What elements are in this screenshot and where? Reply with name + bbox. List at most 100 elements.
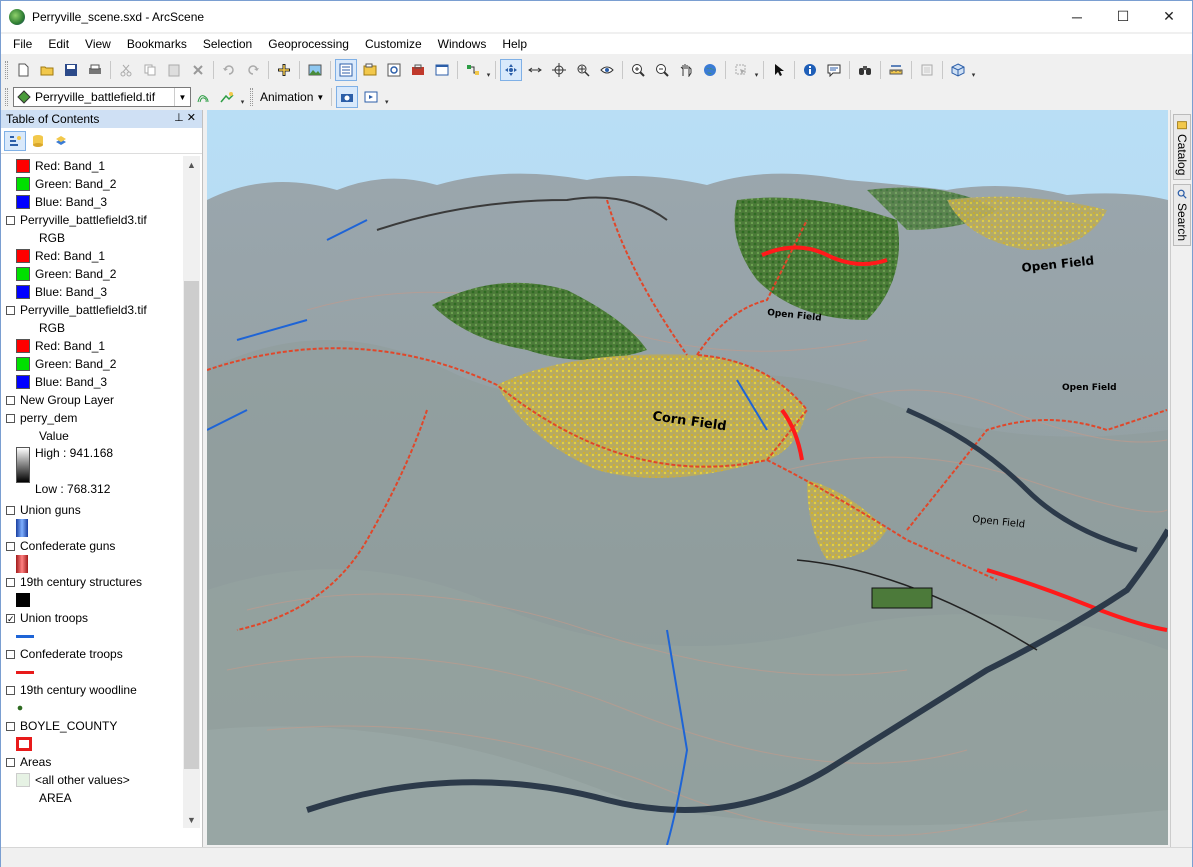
redo-button[interactable] [242, 59, 264, 81]
capture-view-button[interactable] [336, 86, 359, 108]
html-popup-tool[interactable] [823, 59, 845, 81]
menu-customize[interactable]: Customize [357, 34, 430, 54]
toc-window-button[interactable] [335, 59, 357, 81]
target-layer-dropdown[interactable]: Perryville_battlefield.tif ▼ [13, 87, 191, 107]
3d-effects-dropdown-arrow[interactable]: ▾ [970, 61, 977, 79]
find-button[interactable] [854, 59, 876, 81]
scroll-down-icon[interactable]: ▼ [183, 811, 200, 828]
measure-tool[interactable] [885, 59, 907, 81]
python-window-button[interactable] [431, 59, 453, 81]
menu-geoprocessing[interactable]: Geoprocessing [260, 34, 357, 54]
menu-help[interactable]: Help [494, 34, 535, 54]
minimize-button[interactable]: ─ [1054, 1, 1100, 32]
toc-pin-close[interactable]: ⊥ ✕ [174, 111, 196, 124]
toolbar-dropdown-arrow[interactable]: ▾ [239, 88, 246, 106]
toc-row[interactable]: 19th century structures [1, 573, 142, 591]
band-color-swatch [16, 339, 30, 353]
catalog-window-button[interactable] [359, 59, 381, 81]
toc-vertical-scrollbar[interactable]: ▲ ▼ [183, 156, 200, 828]
animation-menu[interactable]: Animation ▼ [256, 87, 328, 107]
menu-edit[interactable]: Edit [40, 34, 77, 54]
layer-visibility-checkbox[interactable] [6, 757, 15, 767]
search-dock-tab[interactable]: Search [1173, 184, 1191, 246]
new-document-button[interactable] [12, 59, 34, 81]
layer-visibility-checkbox[interactable] [6, 649, 15, 659]
chevron-down-icon[interactable]: ▼ [174, 88, 190, 106]
layer-visibility-checkbox[interactable] [6, 413, 15, 423]
toc-row[interactable]: Perryville_battlefield3.tif [1, 301, 147, 319]
terrain-render[interactable]: Corn Field Open Field Open Field Open Fi… [207, 110, 1168, 845]
save-button[interactable] [60, 59, 82, 81]
toc-row[interactable]: Union guns [1, 501, 81, 519]
copy-button[interactable] [139, 59, 161, 81]
layer-visibility-checkbox[interactable] [6, 215, 15, 225]
list-by-drawing-order-tab[interactable] [4, 130, 26, 151]
pan-tool[interactable] [675, 59, 697, 81]
toolbar-grip[interactable] [5, 88, 8, 106]
paste-button[interactable] [163, 59, 185, 81]
layer-visibility-checkbox[interactable] [6, 395, 15, 405]
maximize-button[interactable]: ☐ [1100, 1, 1146, 32]
arctoolbox-button[interactable] [407, 59, 429, 81]
layer-visibility-checkbox[interactable]: ✓ [6, 613, 15, 623]
target-center-tool[interactable] [548, 59, 570, 81]
layer-visibility-checkbox[interactable] [6, 505, 15, 515]
3d-scene-view[interactable]: Corn Field Open Field Open Field Open Fi… [207, 110, 1168, 845]
close-button[interactable]: ✕ [1146, 1, 1192, 32]
toc-row[interactable]: Confederate troops [1, 645, 123, 663]
animation-controls-button[interactable] [360, 86, 382, 108]
zoom-in-tool[interactable] [627, 59, 649, 81]
open-button[interactable] [36, 59, 58, 81]
toc-row[interactable]: New Group Layer [1, 391, 114, 409]
layer-visibility-checkbox[interactable] [6, 685, 15, 695]
catalog-dock-tab[interactable]: Catalog [1173, 114, 1191, 180]
scene-properties-button[interactable] [304, 59, 326, 81]
menu-bookmarks[interactable]: Bookmarks [119, 34, 195, 54]
print-button[interactable] [84, 59, 106, 81]
line-of-sight-tool[interactable] [216, 86, 238, 108]
toolbar-dropdown-arrow[interactable]: ▾ [485, 61, 492, 79]
layer-visibility-checkbox[interactable] [6, 577, 15, 587]
menu-windows[interactable]: Windows [430, 34, 495, 54]
layer-visibility-checkbox[interactable] [6, 721, 15, 731]
toc-row[interactable]: perry_dem [1, 409, 77, 427]
add-data-button[interactable] [273, 59, 295, 81]
animation-manager-button[interactable] [916, 59, 938, 81]
toc-row[interactable]: Confederate guns [1, 537, 115, 555]
zoom-out-tool[interactable] [651, 59, 673, 81]
toc-row[interactable]: ✓ Union troops [1, 609, 88, 627]
toolbar-grip[interactable] [5, 61, 8, 79]
menu-selection[interactable]: Selection [195, 34, 260, 54]
zoom-to-target-tool[interactable] [572, 59, 594, 81]
select-by-graphics-button[interactable] [730, 59, 752, 81]
modelbuilder-button[interactable] [462, 59, 484, 81]
set-observer-tool[interactable] [596, 59, 618, 81]
scrollbar-thumb[interactable] [184, 281, 199, 769]
contour-tool[interactable] [192, 86, 214, 108]
toc-row[interactable]: BOYLE_COUNTY [1, 717, 117, 735]
menu-view[interactable]: View [77, 34, 119, 54]
delete-button[interactable] [187, 59, 209, 81]
3d-effects-button[interactable] [947, 59, 969, 81]
legend-row [1, 735, 37, 753]
toc-row[interactable]: Areas [1, 753, 51, 771]
undo-button[interactable] [218, 59, 240, 81]
layer-visibility-checkbox[interactable] [6, 305, 15, 315]
layer-visibility-checkbox[interactable] [6, 541, 15, 551]
menu-file[interactable]: File [1, 34, 40, 54]
full-extent-button[interactable] [699, 59, 721, 81]
navigate-tool[interactable] [500, 59, 522, 81]
toolbar-grip[interactable] [250, 88, 253, 106]
select-dropdown-arrow[interactable]: ▾ [753, 61, 760, 79]
search-window-button[interactable] [383, 59, 405, 81]
cut-button[interactable] [115, 59, 137, 81]
fly-tool[interactable] [524, 59, 546, 81]
toc-row[interactable]: Perryville_battlefield3.tif [1, 211, 147, 229]
identify-tool[interactable] [799, 59, 821, 81]
list-by-visibility-tab[interactable] [50, 131, 72, 151]
toolbar-dropdown-arrow[interactable]: ▾ [383, 88, 390, 106]
scroll-up-icon[interactable]: ▲ [183, 156, 200, 173]
toc-row[interactable]: 19th century woodline [1, 681, 137, 699]
list-by-source-tab[interactable] [27, 131, 49, 151]
select-elements-tool[interactable] [768, 59, 790, 81]
